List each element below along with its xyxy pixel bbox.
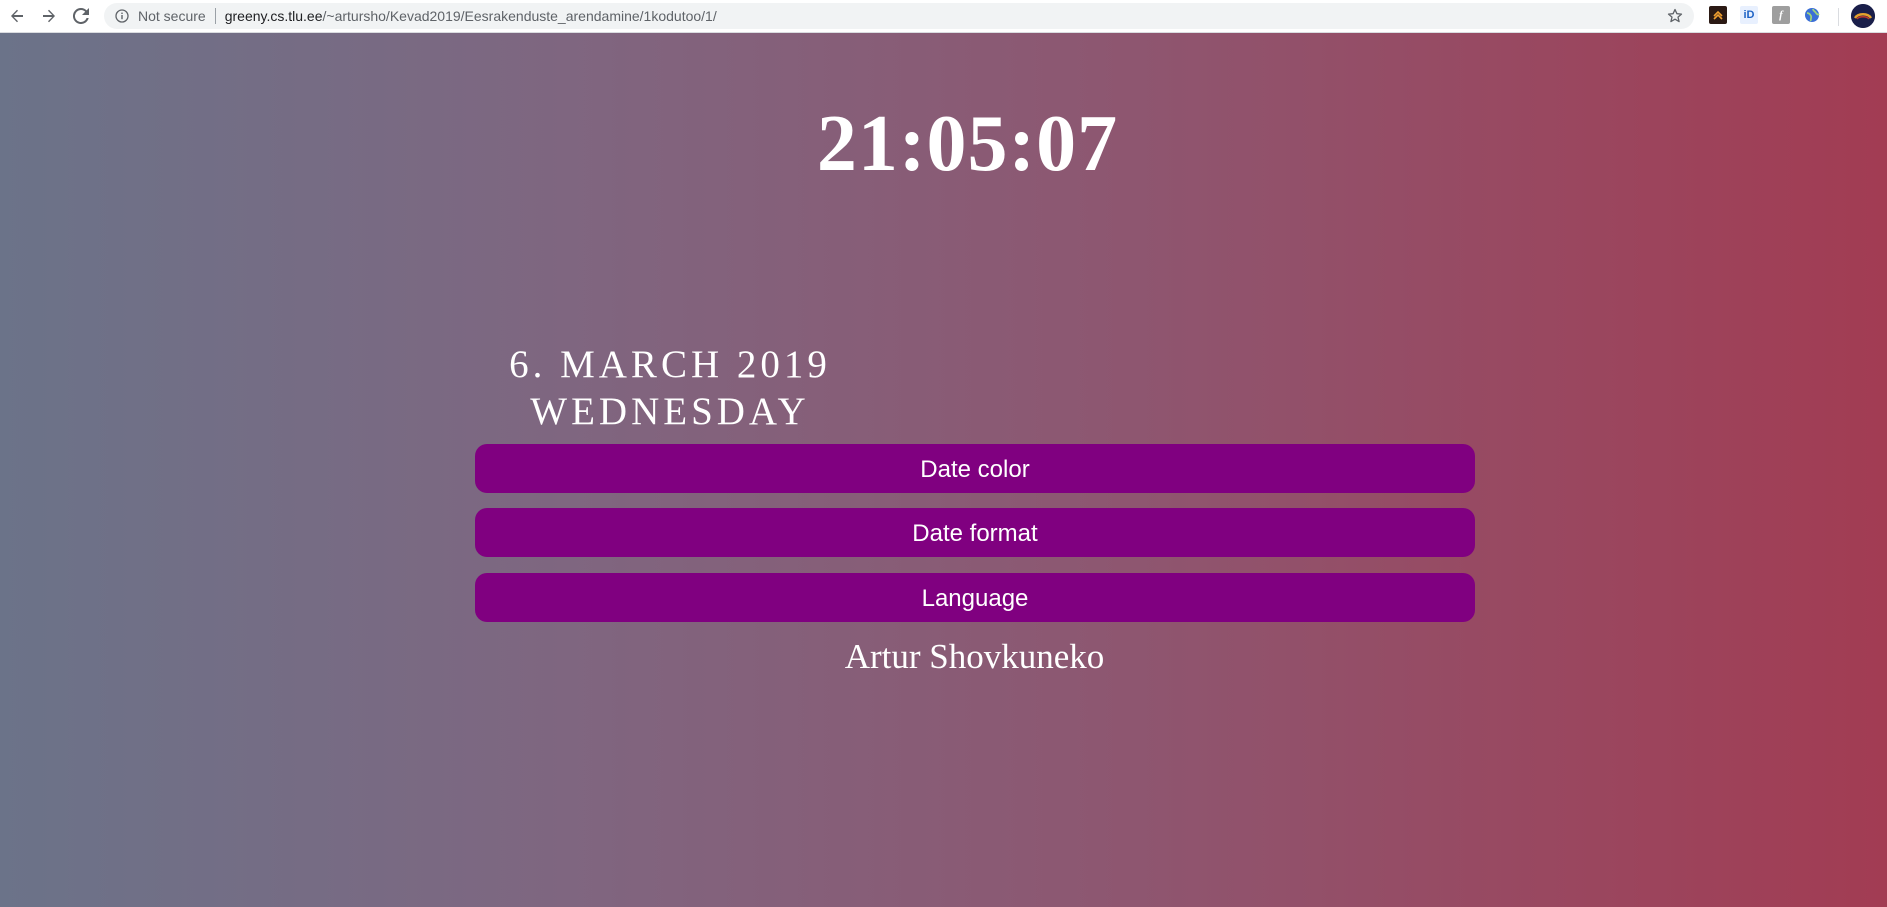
url-path: /~artursho/Kevad2019/Eesrakenduste_arend…: [322, 8, 717, 24]
date-color-button[interactable]: Date color: [475, 444, 1475, 493]
font-extension-icon[interactable]: f: [1772, 6, 1790, 24]
reload-button[interactable]: [68, 4, 94, 28]
author-name: Artur Shovkuneko: [844, 637, 1105, 676]
address-bar[interactable]: Not secure greeny.cs.tlu.ee/~artursho/Ke…: [104, 3, 1694, 29]
url-host: greeny.cs.tlu.ee: [224, 8, 323, 24]
forward-arrow-icon: [43, 9, 55, 23]
date-format-button[interactable]: Date format: [475, 508, 1475, 557]
reload-icon: [73, 8, 89, 24]
id-extension-icon[interactable]: iD: [1740, 6, 1758, 24]
security-label[interactable]: Not secure: [138, 8, 206, 24]
language-button[interactable]: Language: [475, 573, 1475, 622]
clock-time: 21:05:07: [816, 100, 1119, 188]
forward-button[interactable]: [36, 4, 62, 28]
toolbar-divider: [1838, 8, 1839, 26]
weekday-line: WEDNESDAY: [530, 390, 810, 433]
date-line: 6. MARCH 2019: [509, 343, 831, 386]
clock-page: 21:05:07 6. MARCH 2019 WEDNESDAY Date co…: [0, 33, 1887, 907]
date-display: 6. MARCH 2019 WEDNESDAY: [420, 341, 920, 435]
chevron-up-extension-icon[interactable]: [1709, 6, 1727, 24]
back-button[interactable]: [4, 4, 30, 28]
back-arrow-icon: [11, 9, 23, 23]
profile-avatar[interactable]: [1851, 4, 1875, 28]
bookmark-star-icon[interactable]: [1666, 7, 1684, 25]
browser-toolbar: Not secure greeny.cs.tlu.ee/~artursho/Ke…: [0, 0, 1887, 33]
info-icon[interactable]: [114, 8, 130, 24]
globe-extension-icon[interactable]: [1803, 6, 1821, 24]
address-separator: [214, 8, 216, 24]
